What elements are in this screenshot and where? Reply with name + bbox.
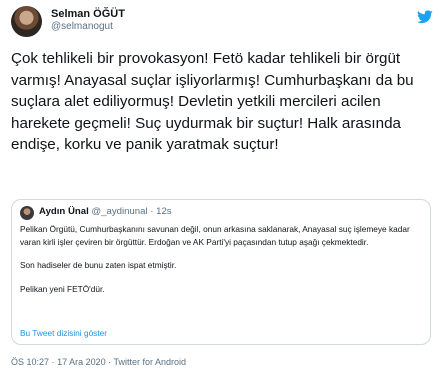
show-thread-link[interactable]: Bu Tweet dizisini göster [20,328,107,338]
author-handle[interactable]: @selmanogut [51,21,113,32]
quote-separator: · [150,206,154,217]
quote-author-handle[interactable]: @_aydinunal [91,206,147,217]
quote-header: Aydın Ünal @_aydinunal · 12s [39,206,172,217]
quote-paragraph-2: Son hadiseler de bunu zaten ispat etmişt… [20,260,177,271]
quoted-tweet[interactable]: Aydın Ünal @_aydinunal · 12s Pelikan Örg… [11,199,431,345]
tweet-footer: ÖS 10:27 · 17 Ara 2020 · Twitter for And… [11,357,186,367]
tweet-source[interactable]: Twitter for Android [113,357,186,367]
quote-author-name[interactable]: Aydın Ünal [39,206,89,217]
quote-paragraph-1: Pelikan Örgütü, Cumhurbaşkanını savunan … [20,224,410,247]
footer-separator-2: · [108,357,112,367]
quote-paragraph-3: Pelikan yeni FETÖ'dür. [20,283,105,294]
quote-text: Pelikan Örgütü, Cumhurbaşkanını savunan … [20,223,422,295]
twitter-bird-icon[interactable] [417,10,433,24]
quote-time[interactable]: 12s [156,206,171,217]
tweet-time[interactable]: ÖS 10:27 [11,357,49,367]
author-display-name[interactable]: Selman ÖĞÜT [51,8,125,20]
footer-separator-1: · [51,357,55,367]
tweet-text: Çok tehlikeli bir provokasyon! Fetö kada… [11,50,414,153]
quote-author-avatar[interactable] [20,206,34,220]
author-avatar[interactable] [11,6,42,37]
tweet-date[interactable]: 17 Ara 2020 [57,357,106,367]
tweet-card: Selman ÖĞÜT @selmanogut Çok tehlikeli bi… [0,0,443,381]
